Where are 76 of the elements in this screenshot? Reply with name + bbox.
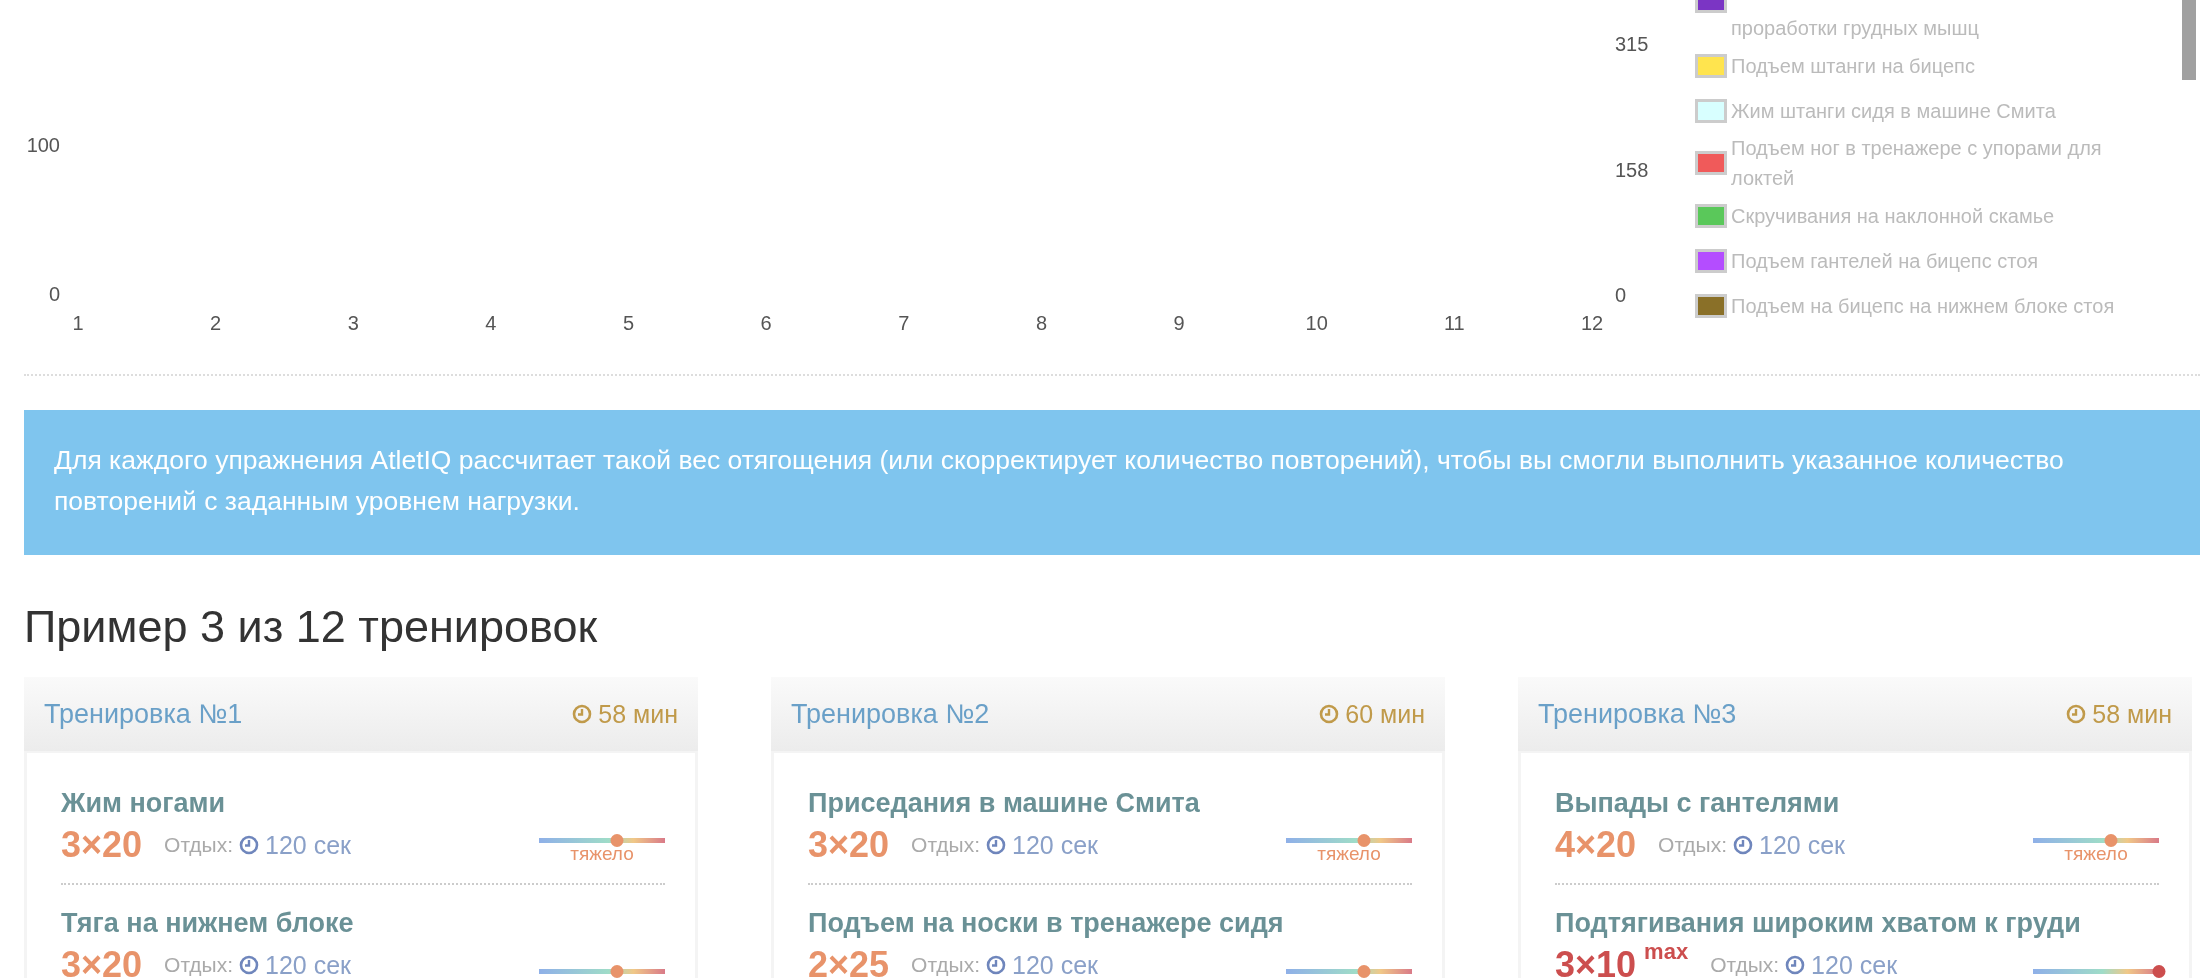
max-note: max bbox=[1644, 941, 1689, 963]
intensity-label: тяжело bbox=[2064, 842, 2128, 865]
legend-label[interactable]: Подъем ног в тренажере с упорами для локтей bbox=[1731, 133, 2135, 193]
rest-label: Отдых: bbox=[1710, 953, 1780, 977]
legend-swatch[interactable] bbox=[1695, 248, 1727, 273]
workout-title[interactable]: Тренировка №3 bbox=[1538, 698, 1737, 730]
axis-label: 158 bbox=[1615, 158, 1649, 181]
clock-icon bbox=[572, 704, 593, 724]
rest-label: Отдых: bbox=[911, 833, 981, 857]
rest-time: 120 сек bbox=[265, 950, 352, 978]
legend-label[interactable]: Скручивания на наклонной скамье bbox=[1731, 200, 2055, 231]
clock-icon bbox=[1733, 835, 1754, 855]
sets-reps: 4×20 bbox=[1555, 824, 1637, 866]
exercise-name: Подтягивания широким хватом к груди bbox=[1555, 907, 2082, 940]
exercise-name: Выпады с гантелями bbox=[1555, 787, 1841, 820]
axis-label: 4 bbox=[485, 312, 497, 334]
legend-swatch[interactable] bbox=[1695, 98, 1727, 123]
legend-label[interactable]: Подъем на бицепс на нижнем блоке стоя bbox=[1731, 290, 2115, 321]
rest-time: 120 сек bbox=[1759, 830, 1846, 860]
legend-swatch[interactable] bbox=[1695, 293, 1727, 318]
axis-label: 1 bbox=[72, 312, 84, 334]
legend-swatch[interactable] bbox=[1695, 203, 1727, 228]
legend-label[interactable]: Жим штанги сидя в машине Смита bbox=[1731, 95, 2056, 126]
axis-label: 10 bbox=[1305, 312, 1328, 334]
scrollbar-thumb[interactable] bbox=[2182, 0, 2196, 80]
axis-label: 0 bbox=[1615, 284, 1627, 306]
exercise-name: Тяга на нижнем блоке bbox=[61, 907, 355, 940]
rest-label: Отдых: bbox=[911, 953, 981, 977]
sets-reps: 2×25 bbox=[808, 944, 890, 978]
exercise-name: Подъем на носки в тренажере сидя bbox=[808, 907, 1285, 940]
rest-time: 120 сек bbox=[1012, 950, 1099, 978]
sets-reps: 3×20 bbox=[61, 944, 143, 978]
axis-label: 12 bbox=[1580, 312, 1604, 334]
legend-swatch[interactable] bbox=[1695, 53, 1727, 78]
clock-icon bbox=[239, 955, 260, 975]
section-heading: Пример 3 из 12 тренировок bbox=[24, 601, 599, 653]
clock-icon bbox=[986, 955, 1007, 975]
clock-icon bbox=[986, 835, 1007, 855]
axis-label: 6 bbox=[760, 312, 772, 334]
exercise-name: Жим ногами bbox=[61, 787, 227, 820]
intensity-label: тяжело bbox=[1317, 842, 1381, 865]
exercise-name: Приседания в машине Смита bbox=[808, 787, 1201, 820]
axis-label: 8 bbox=[1035, 312, 1047, 334]
duration-text: 58 мин bbox=[2092, 699, 2172, 729]
rest-label: Отдых: bbox=[164, 953, 234, 977]
axis-label: 2 bbox=[210, 312, 222, 334]
duration-text: 58 мин bbox=[598, 699, 678, 729]
legend-label[interactable]: Подъем гантелей на бицепс стоя bbox=[1731, 245, 2039, 276]
axis-label: 5 bbox=[623, 312, 635, 334]
sets-reps: 3×20 bbox=[61, 824, 143, 866]
axis-label: 3 bbox=[347, 312, 359, 334]
legend-label[interactable]: Подъем штанги на бицепс bbox=[1731, 50, 1975, 81]
clock-icon bbox=[2066, 704, 2087, 724]
axis-label: 11 bbox=[1444, 312, 1465, 334]
sets-reps: 3×20 bbox=[808, 824, 890, 866]
rest-label: Отдых: bbox=[164, 833, 234, 857]
workout-title[interactable]: Тренировка №2 bbox=[791, 698, 990, 730]
legend-swatch[interactable] bbox=[1695, 151, 1727, 175]
rest-time: 120 сек bbox=[1811, 950, 1898, 978]
clock-icon bbox=[239, 835, 260, 855]
axis-label: 100 bbox=[26, 134, 60, 156]
workout-title[interactable]: Тренировка №1 bbox=[44, 698, 243, 730]
rest-time: 120 сек bbox=[1012, 830, 1099, 860]
legend-label[interactable]: проработки грудных мышц bbox=[1731, 0, 1979, 43]
axis-label: 315 bbox=[1615, 33, 1649, 55]
rest-label: Отдых: bbox=[1658, 833, 1728, 857]
axis-label: 0 bbox=[48, 283, 60, 305]
info-text: Для каждого упражнения AtletIQ рассчитает такой вес отягощения (или скорректирует количество повторений), чтобы вы смогли выполнить указанное количество повторений с заданным уровнем нагрузки. bbox=[54, 444, 2065, 518]
duration-text: 60 мин bbox=[1345, 699, 1425, 729]
clock-icon bbox=[1785, 955, 1806, 975]
clock-icon bbox=[1319, 704, 1340, 724]
rest-time: 120 сек bbox=[265, 830, 352, 860]
axis-label: 9 bbox=[1173, 312, 1185, 334]
axis-label: 7 bbox=[898, 312, 910, 334]
intensity-label: тяжело bbox=[570, 842, 634, 865]
sets-reps: 3×10 bbox=[1555, 944, 1637, 978]
